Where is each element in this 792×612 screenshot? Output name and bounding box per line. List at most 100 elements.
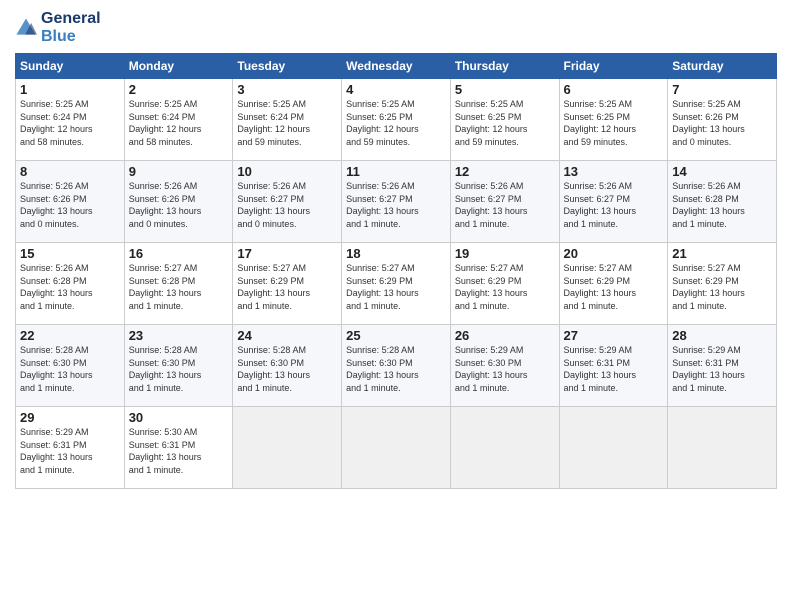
calendar-cell: 20Sunrise: 5:27 AM Sunset: 6:29 PM Dayli…: [559, 243, 668, 325]
calendar-cell: 3Sunrise: 5:25 AM Sunset: 6:24 PM Daylig…: [233, 79, 342, 161]
day-number: 27: [564, 328, 664, 343]
day-number: 25: [346, 328, 446, 343]
day-number: 14: [672, 164, 772, 179]
calendar-cell: 18Sunrise: 5:27 AM Sunset: 6:29 PM Dayli…: [342, 243, 451, 325]
day-header: Tuesday: [233, 54, 342, 79]
day-number: 18: [346, 246, 446, 261]
day-number: 26: [455, 328, 555, 343]
cell-info: Sunrise: 5:28 AM Sunset: 6:30 PM Dayligh…: [346, 344, 446, 394]
calendar-cell: 28Sunrise: 5:29 AM Sunset: 6:31 PM Dayli…: [668, 325, 777, 407]
logo-text: General Blue: [41, 10, 101, 45]
header: General Blue: [15, 10, 777, 45]
day-number: 30: [129, 410, 229, 425]
calendar-cell: 21Sunrise: 5:27 AM Sunset: 6:29 PM Dayli…: [668, 243, 777, 325]
day-header: Sunday: [16, 54, 125, 79]
calendar-cell: 19Sunrise: 5:27 AM Sunset: 6:29 PM Dayli…: [450, 243, 559, 325]
calendar-cell: [668, 407, 777, 489]
calendar-cell: 23Sunrise: 5:28 AM Sunset: 6:30 PM Dayli…: [124, 325, 233, 407]
cell-info: Sunrise: 5:26 AM Sunset: 6:28 PM Dayligh…: [20, 262, 120, 312]
cell-info: Sunrise: 5:30 AM Sunset: 6:31 PM Dayligh…: [129, 426, 229, 476]
calendar-cell: 2Sunrise: 5:25 AM Sunset: 6:24 PM Daylig…: [124, 79, 233, 161]
calendar-cell: 5Sunrise: 5:25 AM Sunset: 6:25 PM Daylig…: [450, 79, 559, 161]
day-number: 19: [455, 246, 555, 261]
calendar-cell: 30Sunrise: 5:30 AM Sunset: 6:31 PM Dayli…: [124, 407, 233, 489]
calendar-cell: 9Sunrise: 5:26 AM Sunset: 6:26 PM Daylig…: [124, 161, 233, 243]
day-number: 21: [672, 246, 772, 261]
day-number: 7: [672, 82, 772, 97]
day-header: Thursday: [450, 54, 559, 79]
day-number: 28: [672, 328, 772, 343]
cell-info: Sunrise: 5:27 AM Sunset: 6:28 PM Dayligh…: [129, 262, 229, 312]
cell-info: Sunrise: 5:29 AM Sunset: 6:31 PM Dayligh…: [20, 426, 120, 476]
day-number: 5: [455, 82, 555, 97]
day-number: 9: [129, 164, 229, 179]
cell-info: Sunrise: 5:28 AM Sunset: 6:30 PM Dayligh…: [237, 344, 337, 394]
calendar-table: SundayMondayTuesdayWednesdayThursdayFrid…: [15, 53, 777, 489]
cell-info: Sunrise: 5:25 AM Sunset: 6:25 PM Dayligh…: [346, 98, 446, 148]
calendar-cell: 6Sunrise: 5:25 AM Sunset: 6:25 PM Daylig…: [559, 79, 668, 161]
cell-info: Sunrise: 5:26 AM Sunset: 6:27 PM Dayligh…: [455, 180, 555, 230]
day-number: 16: [129, 246, 229, 261]
calendar-cell: 11Sunrise: 5:26 AM Sunset: 6:27 PM Dayli…: [342, 161, 451, 243]
cell-info: Sunrise: 5:27 AM Sunset: 6:29 PM Dayligh…: [455, 262, 555, 312]
calendar-cell: 24Sunrise: 5:28 AM Sunset: 6:30 PM Dayli…: [233, 325, 342, 407]
cell-info: Sunrise: 5:26 AM Sunset: 6:27 PM Dayligh…: [237, 180, 337, 230]
day-number: 11: [346, 164, 446, 179]
day-header: Friday: [559, 54, 668, 79]
calendar-cell: 16Sunrise: 5:27 AM Sunset: 6:28 PM Dayli…: [124, 243, 233, 325]
day-number: 15: [20, 246, 120, 261]
cell-info: Sunrise: 5:26 AM Sunset: 6:27 PM Dayligh…: [564, 180, 664, 230]
cell-info: Sunrise: 5:28 AM Sunset: 6:30 PM Dayligh…: [129, 344, 229, 394]
cell-info: Sunrise: 5:28 AM Sunset: 6:30 PM Dayligh…: [20, 344, 120, 394]
cell-info: Sunrise: 5:25 AM Sunset: 6:25 PM Dayligh…: [564, 98, 664, 148]
calendar-cell: 1Sunrise: 5:25 AM Sunset: 6:24 PM Daylig…: [16, 79, 125, 161]
logo-icon: [15, 17, 37, 39]
day-number: 10: [237, 164, 337, 179]
day-number: 13: [564, 164, 664, 179]
calendar-cell: 14Sunrise: 5:26 AM Sunset: 6:28 PM Dayli…: [668, 161, 777, 243]
cell-info: Sunrise: 5:27 AM Sunset: 6:29 PM Dayligh…: [237, 262, 337, 312]
cell-info: Sunrise: 5:26 AM Sunset: 6:28 PM Dayligh…: [672, 180, 772, 230]
header-row: SundayMondayTuesdayWednesdayThursdayFrid…: [16, 54, 777, 79]
day-number: 2: [129, 82, 229, 97]
day-number: 12: [455, 164, 555, 179]
calendar-cell: 15Sunrise: 5:26 AM Sunset: 6:28 PM Dayli…: [16, 243, 125, 325]
calendar-week-row: 22Sunrise: 5:28 AM Sunset: 6:30 PM Dayli…: [16, 325, 777, 407]
cell-info: Sunrise: 5:26 AM Sunset: 6:27 PM Dayligh…: [346, 180, 446, 230]
calendar-cell: 17Sunrise: 5:27 AM Sunset: 6:29 PM Dayli…: [233, 243, 342, 325]
cell-info: Sunrise: 5:29 AM Sunset: 6:31 PM Dayligh…: [672, 344, 772, 394]
day-number: 29: [20, 410, 120, 425]
calendar-week-row: 1Sunrise: 5:25 AM Sunset: 6:24 PM Daylig…: [16, 79, 777, 161]
calendar-week-row: 8Sunrise: 5:26 AM Sunset: 6:26 PM Daylig…: [16, 161, 777, 243]
day-number: 20: [564, 246, 664, 261]
cell-info: Sunrise: 5:25 AM Sunset: 6:26 PM Dayligh…: [672, 98, 772, 148]
cell-info: Sunrise: 5:29 AM Sunset: 6:31 PM Dayligh…: [564, 344, 664, 394]
calendar-cell: 13Sunrise: 5:26 AM Sunset: 6:27 PM Dayli…: [559, 161, 668, 243]
cell-info: Sunrise: 5:29 AM Sunset: 6:30 PM Dayligh…: [455, 344, 555, 394]
calendar-cell: 25Sunrise: 5:28 AM Sunset: 6:30 PM Dayli…: [342, 325, 451, 407]
calendar-cell: [233, 407, 342, 489]
cell-info: Sunrise: 5:25 AM Sunset: 6:24 PM Dayligh…: [129, 98, 229, 148]
day-header: Monday: [124, 54, 233, 79]
calendar-cell: 27Sunrise: 5:29 AM Sunset: 6:31 PM Dayli…: [559, 325, 668, 407]
day-number: 8: [20, 164, 120, 179]
cell-info: Sunrise: 5:27 AM Sunset: 6:29 PM Dayligh…: [346, 262, 446, 312]
cell-info: Sunrise: 5:27 AM Sunset: 6:29 PM Dayligh…: [672, 262, 772, 312]
cell-info: Sunrise: 5:26 AM Sunset: 6:26 PM Dayligh…: [20, 180, 120, 230]
day-header: Wednesday: [342, 54, 451, 79]
calendar-cell: 4Sunrise: 5:25 AM Sunset: 6:25 PM Daylig…: [342, 79, 451, 161]
calendar-cell: 26Sunrise: 5:29 AM Sunset: 6:30 PM Dayli…: [450, 325, 559, 407]
cell-info: Sunrise: 5:26 AM Sunset: 6:26 PM Dayligh…: [129, 180, 229, 230]
calendar-cell: 29Sunrise: 5:29 AM Sunset: 6:31 PM Dayli…: [16, 407, 125, 489]
calendar-cell: [559, 407, 668, 489]
cell-info: Sunrise: 5:25 AM Sunset: 6:24 PM Dayligh…: [237, 98, 337, 148]
calendar-cell: 12Sunrise: 5:26 AM Sunset: 6:27 PM Dayli…: [450, 161, 559, 243]
cell-info: Sunrise: 5:25 AM Sunset: 6:25 PM Dayligh…: [455, 98, 555, 148]
day-number: 23: [129, 328, 229, 343]
cell-info: Sunrise: 5:25 AM Sunset: 6:24 PM Dayligh…: [20, 98, 120, 148]
main-container: General Blue SundayMondayTuesdayWednesda…: [0, 0, 792, 612]
logo: General Blue: [15, 10, 101, 45]
day-number: 22: [20, 328, 120, 343]
day-header: Saturday: [668, 54, 777, 79]
calendar-week-row: 29Sunrise: 5:29 AM Sunset: 6:31 PM Dayli…: [16, 407, 777, 489]
